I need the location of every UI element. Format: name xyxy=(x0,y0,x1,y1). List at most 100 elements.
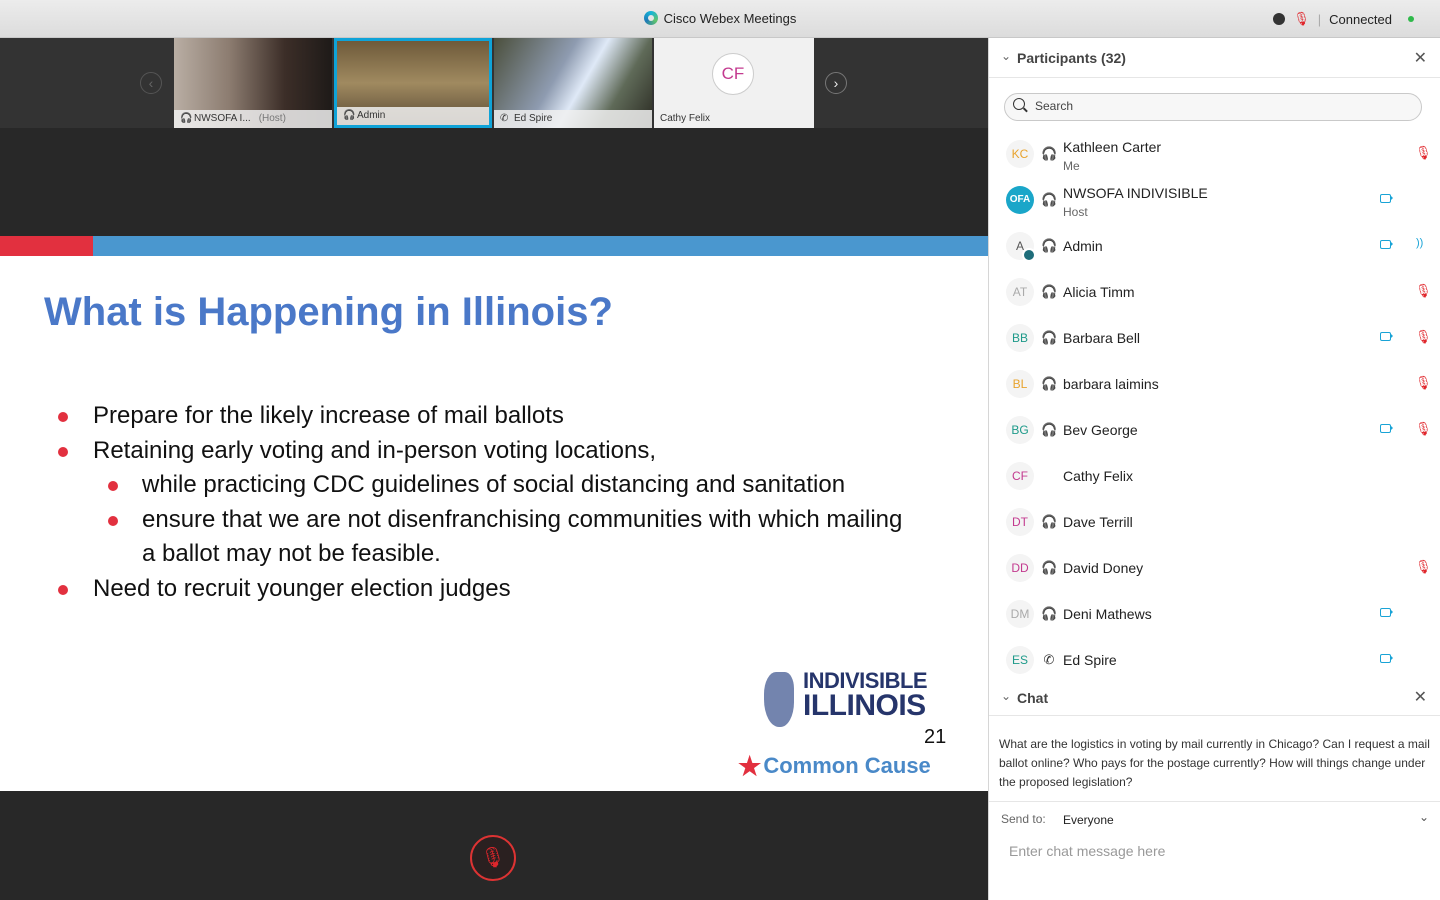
thumbnail-role: (Host) xyxy=(258,113,286,124)
send-to-selector[interactable]: Send to: Everyone ⌄ xyxy=(989,801,1440,835)
star-icon: ★ xyxy=(738,751,762,781)
participant-row[interactable]: A 🎧 Admin)) xyxy=(989,223,1440,269)
brand-common-cause-text: Common Cause xyxy=(763,753,931,778)
window-title-text: Cisco Webex Meetings xyxy=(663,11,797,26)
thumbnail-name: Admin xyxy=(357,110,386,121)
thumbnail-label: 🎧 Admin xyxy=(337,107,489,125)
avatar: OFA xyxy=(1006,186,1034,214)
slide-bullet: Retaining early voting and in-person vot… xyxy=(0,434,988,469)
slide-sub-bullet: while practicing CDC guidelines of socia… xyxy=(0,468,988,503)
presenter-dot-icon xyxy=(1022,248,1036,262)
chat-input[interactable] xyxy=(1007,842,1431,860)
headset-icon: 🎧 xyxy=(1041,376,1058,391)
avatar: BG xyxy=(1006,416,1034,444)
unmute-button[interactable]: 🎙 xyxy=(470,835,516,881)
thumbnail-label: ✆ Ed Spire xyxy=(494,110,652,128)
compass-icon[interactable] xyxy=(1273,13,1286,25)
headset-icon: 🎧 xyxy=(180,113,193,124)
avatar-initials: DD xyxy=(1011,561,1029,575)
connected-dot-icon xyxy=(1408,16,1414,22)
window-title: Cisco Webex Meetings xyxy=(0,11,1440,26)
speaking-audio-icon: )) xyxy=(1416,237,1424,249)
participant-row[interactable]: KC 🎧 Kathleen Carter Me 🎙 xyxy=(989,131,1440,177)
muted-mic-icon: 🎙 xyxy=(1415,559,1432,574)
collapse-participants-chevron-icon[interactable]: ⌄ xyxy=(1001,49,1011,63)
avatar-initials: DM xyxy=(1010,607,1030,621)
participant-list: KC 🎧 Kathleen Carter Me 🎙 OFA 🎧 NWSOFA INDIVISI… xyxy=(989,131,1440,683)
avatar: ES xyxy=(1006,646,1034,674)
thumbnails-prev-button[interactable]: ‹ xyxy=(140,72,162,94)
chevron-down-icon[interactable]: ⌄ xyxy=(1419,810,1429,824)
participant-search[interactable] xyxy=(1004,93,1422,121)
participant-row[interactable]: ES ✆ Ed Spire xyxy=(989,637,1440,683)
avatar: A xyxy=(1006,232,1036,262)
brand-common-cause: ★Common Cause xyxy=(738,751,931,782)
headset-icon: 🎧 xyxy=(1041,192,1058,207)
participant-row[interactable]: DT 🎧 Dave Terrill xyxy=(989,499,1440,545)
video-camera-icon xyxy=(1380,424,1393,433)
participant-row[interactable]: DD 🎧 David Doney 🎙 xyxy=(989,545,1440,591)
slide-sub-bullet: ensure that we are not disenfranchising … xyxy=(0,503,988,538)
close-participants-button[interactable]: ✕ xyxy=(1414,48,1427,68)
avatar-initials: ES xyxy=(1011,653,1028,667)
participant-row[interactable]: BG 🎧 Bev George 🎙 xyxy=(989,407,1440,453)
participant-row[interactable]: BL 🎧 barbara laimins 🎙 xyxy=(989,361,1440,407)
participant-role: Me xyxy=(1063,159,1080,173)
thumbnails-next-button[interactable]: › xyxy=(825,72,847,94)
avatar-initials: DT xyxy=(1012,515,1028,529)
slide-bullet: Prepare for the likely increase of mail … xyxy=(0,399,988,434)
participants-title: Participants (32) xyxy=(1017,50,1126,66)
send-to-value: Everyone xyxy=(1063,813,1114,827)
participant-name: Ed Spire xyxy=(1063,652,1117,668)
phone-icon: ✆ xyxy=(1043,652,1055,667)
search-icon xyxy=(1013,98,1025,110)
avatar-initials: AT xyxy=(1012,285,1028,299)
video-thumbnail[interactable]: CF Cathy Felix xyxy=(654,38,814,128)
video-thumbnail-active[interactable]: 🎧 Admin xyxy=(334,38,492,128)
headset-icon: 🎧 xyxy=(1041,238,1058,253)
slide-red-bar xyxy=(0,236,93,256)
participant-row[interactable]: CF Cathy Felix xyxy=(989,453,1440,499)
headset-icon: 🎧 xyxy=(343,110,356,121)
video-thumbnail[interactable]: ✆ Ed Spire xyxy=(494,38,652,128)
avatar-initials: BB xyxy=(1011,331,1028,345)
slide-page-number: 21 xyxy=(924,726,947,748)
participant-row[interactable]: DM 🎧 Deni Mathews xyxy=(989,591,1440,637)
muted-mic-icon: 🎙 xyxy=(480,847,506,869)
avatar-initials: BG xyxy=(1011,423,1029,437)
connection-status-text: Connected xyxy=(1329,11,1392,27)
muted-mic-icon: 🎙 xyxy=(1415,421,1432,436)
avatar: BL xyxy=(1006,370,1034,398)
search-input[interactable] xyxy=(1033,98,1407,114)
muted-mic-icon[interactable]: 🎙 xyxy=(1293,11,1310,27)
connection-status: 🎙 | Connected xyxy=(1273,11,1414,27)
avatar: AT xyxy=(1006,278,1034,306)
thumbnail-name: Ed Spire xyxy=(514,113,553,124)
avatar-initials: OFA xyxy=(1009,194,1031,205)
headset-icon: 🎧 xyxy=(1041,560,1058,575)
participant-row[interactable]: BB 🎧 Barbara Bell 🎙 xyxy=(989,315,1440,361)
video-thumbnail-strip: ‹ 🎧 NWSOFA I... (Host) 🎧 Admin ✆ Ed Spire CF… xyxy=(0,38,988,128)
participant-name: Admin xyxy=(1063,238,1103,254)
participant-row[interactable]: AT 🎧 Alicia Timm 🎙 xyxy=(989,269,1440,315)
close-chat-button[interactable]: ✕ xyxy=(1414,687,1427,707)
participant-name: Deni Mathews xyxy=(1063,606,1152,622)
slide-title: What is Happening in Illinois? xyxy=(44,290,613,334)
participant-row[interactable]: OFA 🎧 NWSOFA INDIVISIBLE Host xyxy=(989,177,1440,223)
collapse-chat-chevron-icon[interactable]: ⌄ xyxy=(1001,689,1011,703)
participant-name: barbara laimins xyxy=(1063,376,1159,392)
headset-icon: 🎧 xyxy=(1041,146,1058,161)
video-thumbnail[interactable]: 🎧 NWSOFA I... (Host) xyxy=(174,38,332,128)
avatar-initials: CF xyxy=(1012,469,1028,483)
phone-icon: ✆ xyxy=(500,113,509,124)
chat-title: Chat xyxy=(1017,690,1049,706)
slide-sub-bullet-continuation: a ballot may not be feasible. xyxy=(142,540,441,567)
headset-icon: 🎧 xyxy=(1041,606,1058,621)
video-camera-icon xyxy=(1380,608,1393,617)
avatar: CF xyxy=(712,53,754,95)
participant-name: NWSOFA INDIVISIBLE xyxy=(1063,185,1208,201)
participant-name: Barbara Bell xyxy=(1063,330,1141,346)
brand-illinois: ILLINOIS xyxy=(803,689,926,722)
participant-role: Host xyxy=(1063,205,1088,219)
participant-name: Kathleen Carter xyxy=(1063,139,1162,155)
